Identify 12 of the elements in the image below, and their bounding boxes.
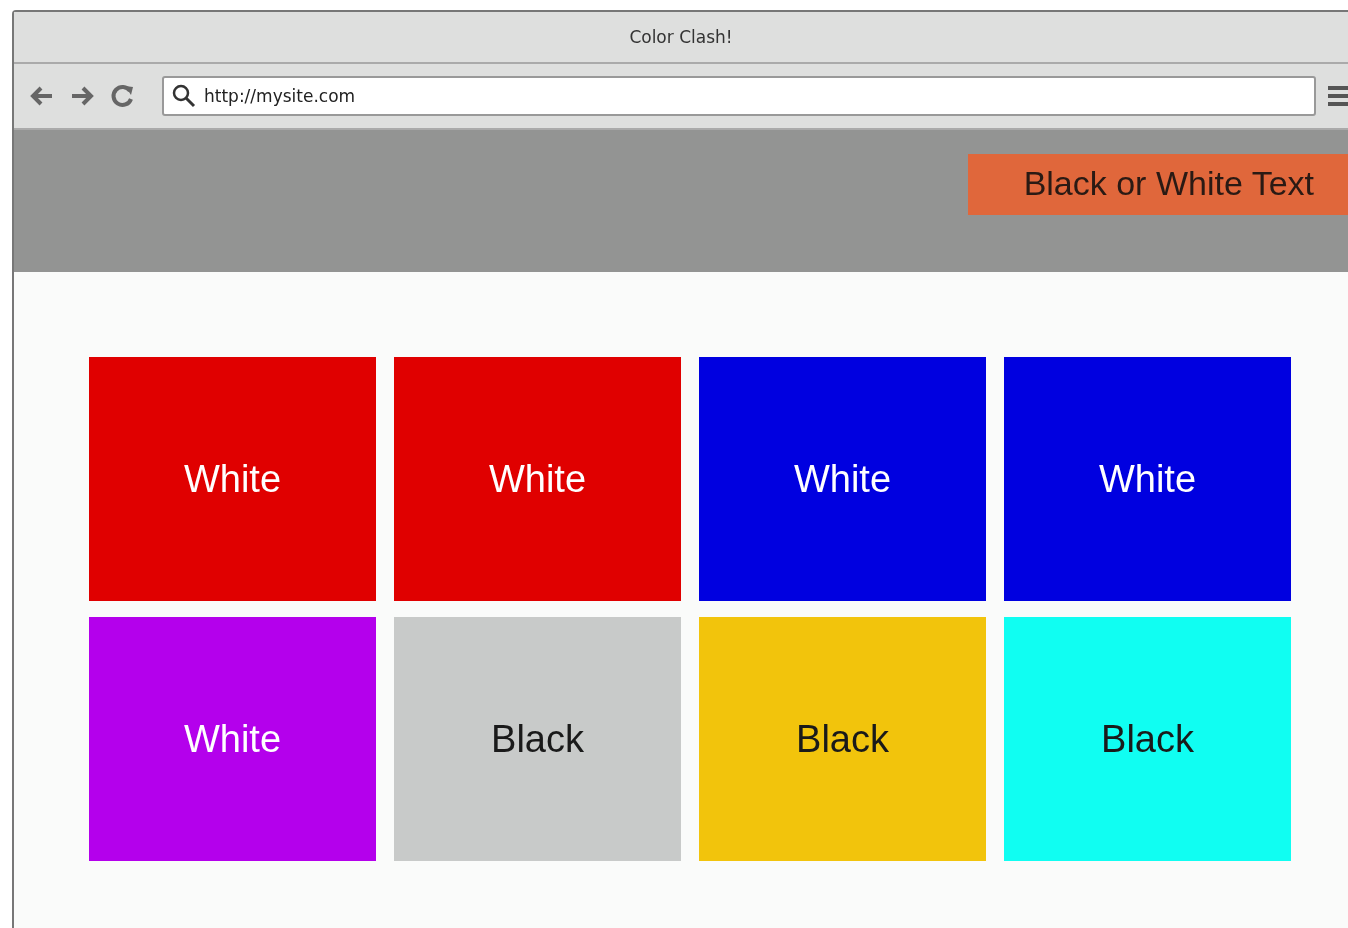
tile-label: White: [1098, 457, 1197, 501]
search-icon: [172, 84, 196, 108]
tile-label: White: [793, 457, 892, 501]
tile-label: White: [183, 717, 282, 761]
header-banner: Black or White Text: [967, 154, 1348, 215]
address-field[interactable]: http://mysite.com: [162, 76, 1316, 116]
window-title: Color Clash!: [629, 27, 733, 47]
tile-label: White: [488, 457, 587, 501]
tile-label: White: [183, 457, 282, 501]
tile-label: Black: [1101, 717, 1194, 761]
tile-label: Black: [796, 717, 889, 761]
tile-label: Black: [491, 717, 584, 761]
